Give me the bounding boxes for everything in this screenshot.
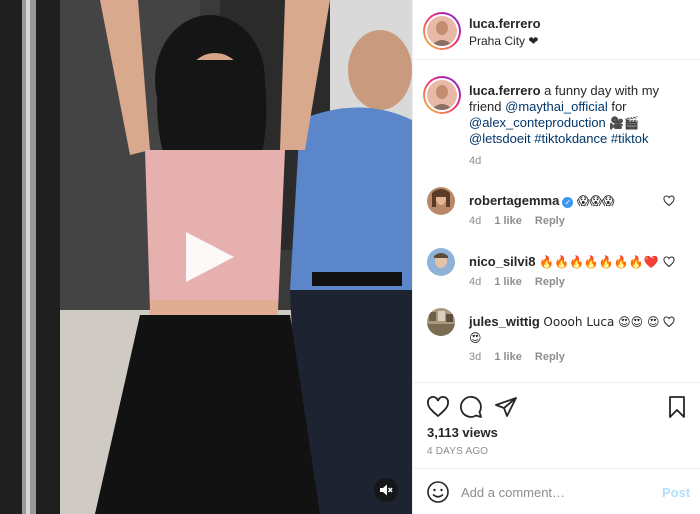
mention-link[interactable]: @maythai_official	[505, 99, 608, 114]
add-comment-bar: Post	[413, 468, 700, 514]
smiley-icon[interactable]	[426, 480, 450, 504]
comment-likes[interactable]: 1 like	[494, 276, 522, 288]
post-location[interactable]: Praha City ❤	[469, 34, 538, 48]
post-header: luca.ferrero Praha City ❤	[413, 0, 700, 60]
comment-meta: 4d 1 like Reply	[469, 276, 575, 288]
post-comment-button[interactable]: Post	[662, 485, 690, 500]
reply-button[interactable]: Reply	[535, 276, 565, 288]
caption-avatar[interactable]	[423, 76, 461, 114]
comment-likes[interactable]: 1 like	[494, 351, 522, 363]
post-video[interactable]	[0, 0, 412, 514]
avatar-image	[427, 16, 457, 46]
comment-bubble-icon[interactable]	[459, 395, 483, 419]
play-icon	[186, 232, 234, 282]
mention-link[interactable]: @letsdoeit	[469, 131, 531, 146]
bookmark-icon[interactable]	[665, 395, 689, 419]
paper-plane-icon[interactable]	[494, 395, 518, 419]
caption-text-part: for	[611, 99, 627, 114]
comment-timestamp[interactable]: 3d	[469, 351, 481, 363]
author-username[interactable]: luca.ferrero	[469, 16, 541, 31]
caption-emoji: 🎥🎬	[609, 116, 640, 130]
comment-body: robertagemma ✓ 😱😱😱	[469, 193, 669, 209]
commenter-avatar[interactable]	[427, 248, 455, 276]
play-button[interactable]	[180, 228, 238, 286]
commenter-avatar[interactable]	[427, 308, 455, 336]
hashtag-link[interactable]: #tiktokdance	[534, 131, 607, 146]
comment-meta: 3d 1 like Reply	[469, 351, 575, 363]
view-count[interactable]: 3,113 views	[427, 425, 498, 440]
comment-body: nico_silvi8 🔥🔥🔥🔥🔥🔥🔥❤️	[469, 254, 669, 270]
mention-link[interactable]: @alex_conteproduction	[469, 115, 606, 130]
comment-meta: 4d 1 like Reply	[469, 215, 575, 227]
post-date[interactable]: 4 DAYS AGO	[427, 446, 488, 457]
heart-icon[interactable]	[663, 256, 675, 268]
comment-username[interactable]: jules_wittig	[469, 314, 540, 329]
caption-text: luca.ferrero a funny day with my friend …	[469, 83, 695, 147]
caption-username[interactable]: luca.ferrero	[469, 83, 541, 98]
post-actions	[413, 382, 700, 428]
mute-button[interactable]	[374, 478, 398, 502]
heart-icon[interactable]	[663, 316, 675, 328]
commenter-avatar[interactable]	[427, 187, 455, 215]
author-avatar[interactable]	[423, 12, 461, 50]
comment-username[interactable]: nico_silvi8	[469, 254, 535, 269]
comment-body: jules_wittig Ooooh Luca 😍😍 😍😍	[469, 314, 669, 346]
hashtag-link[interactable]: #tiktok	[611, 131, 649, 146]
comment-input[interactable]	[461, 481, 651, 503]
comment-username[interactable]: robertagemma	[469, 193, 559, 208]
comment-timestamp[interactable]: 4d	[469, 276, 481, 288]
comment-text: 😱😱😱	[576, 194, 615, 208]
speaker-muted-icon	[380, 484, 393, 496]
comment-likes[interactable]: 1 like	[494, 215, 522, 227]
comment-timestamp[interactable]: 4d	[469, 215, 481, 227]
verified-badge-icon: ✓	[562, 197, 574, 208]
heart-icon[interactable]	[663, 195, 675, 207]
avatar-image	[427, 80, 457, 110]
caption-timestamp[interactable]: 4d	[469, 155, 481, 167]
reply-button[interactable]: Reply	[535, 215, 565, 227]
reply-button[interactable]: Reply	[535, 351, 565, 363]
post-sidebar: luca.ferrero Praha City ❤ luca.ferrero a…	[412, 0, 700, 514]
comment-text: 🔥🔥🔥🔥🔥🔥🔥❤️	[539, 255, 659, 269]
heart-icon[interactable]	[426, 395, 450, 419]
